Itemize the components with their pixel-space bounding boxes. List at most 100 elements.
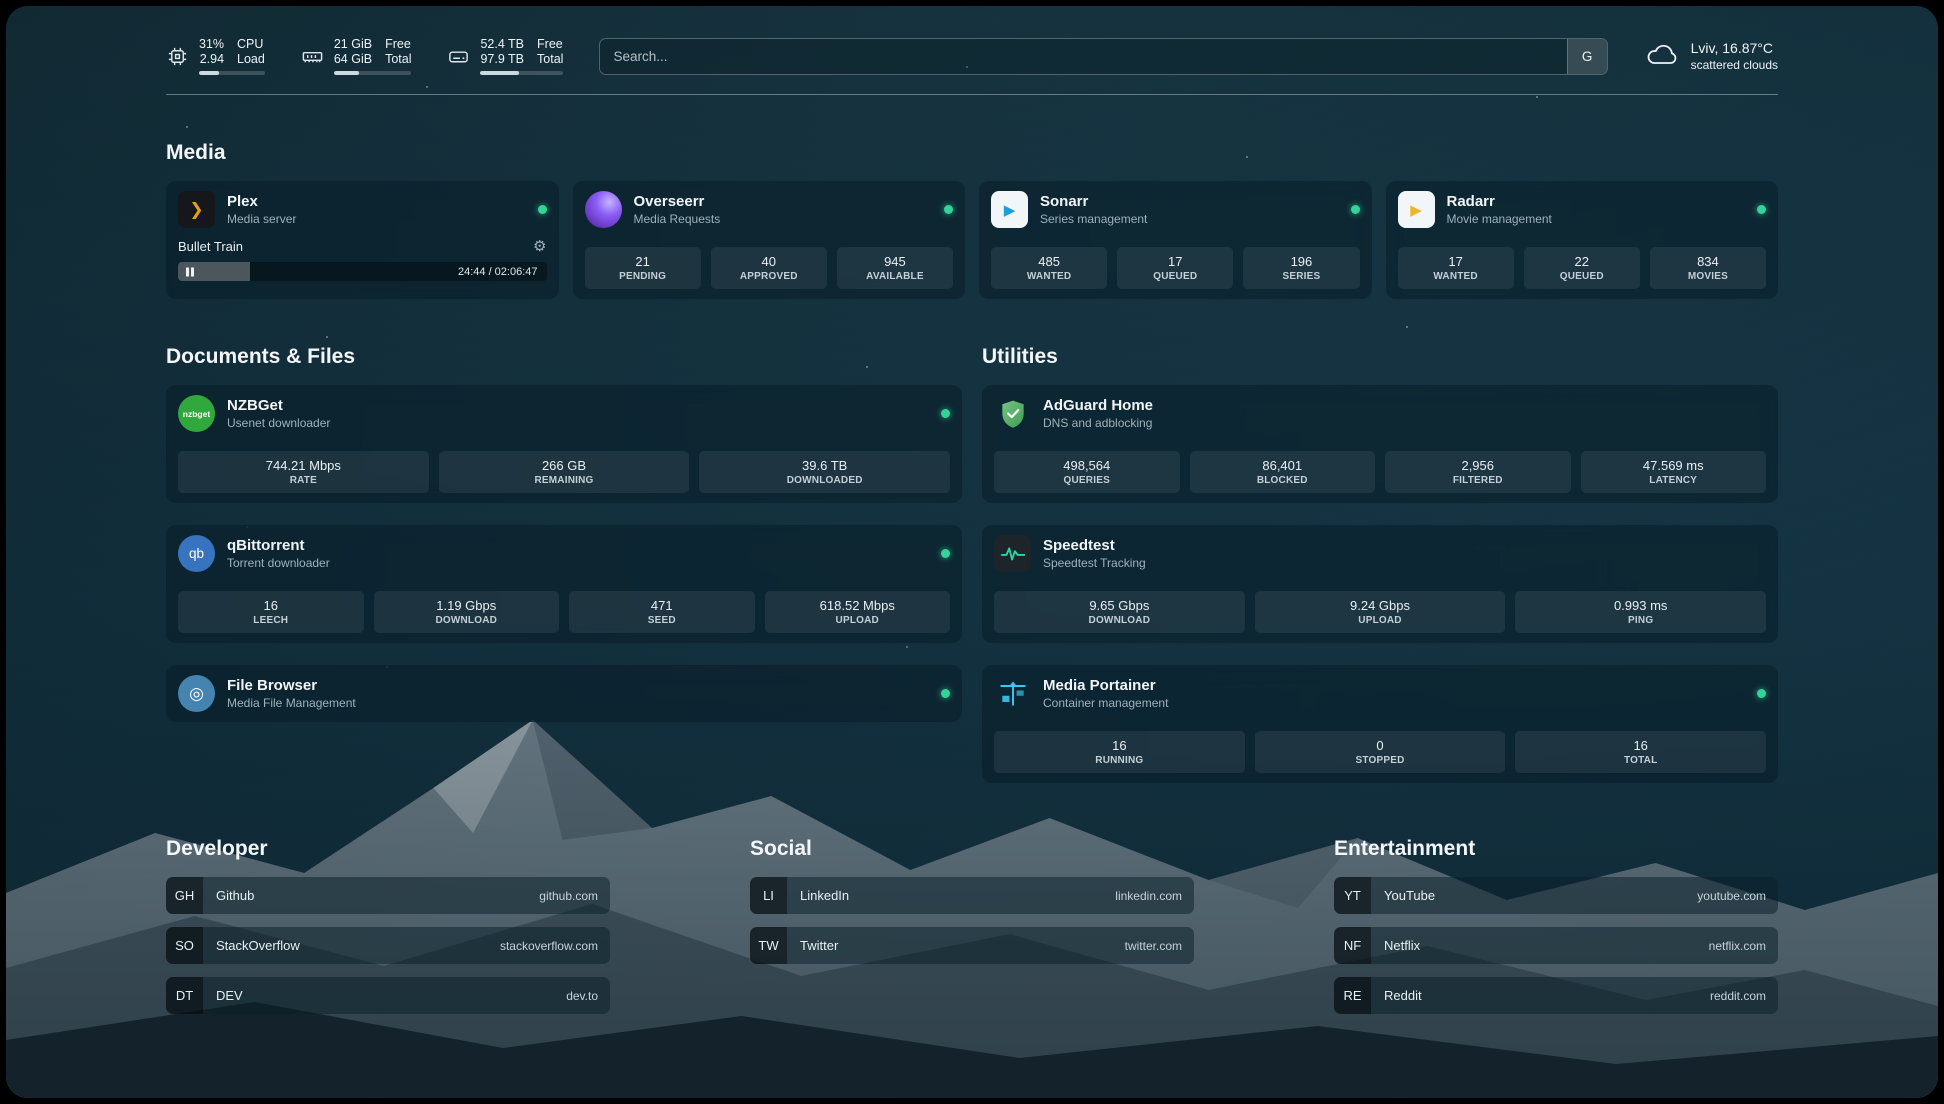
bookmark-dev[interactable]: DT DEV dev.to: [166, 977, 610, 1014]
section-title-entertainment: Entertainment: [1334, 837, 1778, 861]
bookmark-group-entertainment: Entertainment YT YouTube youtube.com NF …: [1334, 837, 1778, 1027]
service-card-nzbget[interactable]: nzbget NZBGet Usenet downloader 744.21 M…: [166, 385, 962, 503]
bookmark-stackoverflow[interactable]: SO StackOverflow stackoverflow.com: [166, 927, 610, 964]
speedtest-icon: [994, 535, 1031, 572]
stat-queued: 17 QUEUED: [1117, 247, 1233, 289]
memory-free-value: 21 GiB: [334, 37, 372, 52]
stat-upload: 618.52 Mbps UPLOAD: [765, 591, 951, 633]
stat-remaining: 266 GB REMAINING: [439, 451, 690, 493]
weather-location-temp: Lviv, 16.87°C: [1691, 39, 1778, 57]
service-name: Speedtest: [1043, 536, 1146, 555]
disk-free-value: 52.4 TB: [480, 37, 524, 52]
weather-widget: Lviv, 16.87°C scattered clouds: [1644, 39, 1778, 74]
memory-progress-track: [334, 71, 412, 75]
stat-pending: 21 PENDING: [585, 247, 701, 289]
bookmark-youtube[interactable]: YT YouTube youtube.com: [1334, 877, 1778, 914]
service-desc: Container management: [1043, 695, 1168, 711]
section-title-developer: Developer: [166, 837, 610, 861]
youtube-icon: YT: [1334, 877, 1371, 914]
section-title-social: Social: [750, 837, 1194, 861]
sonarr-icon: ▶: [991, 191, 1028, 228]
playback-time: 24:44 / 02:06:47: [458, 266, 538, 278]
stat-queries: 498,564 QUERIES: [994, 451, 1180, 493]
pause-icon[interactable]: [186, 267, 194, 276]
service-card-radarr[interactable]: ▶ Radarr Movie management 17 WANTED 22 Q…: [1386, 181, 1779, 299]
stat-wanted: 485 WANTED: [991, 247, 1107, 289]
stat-queued: 22 QUEUED: [1524, 247, 1640, 289]
stat-filtered: 2,956 FILTERED: [1385, 451, 1571, 493]
bookmark-group-developer: Developer GH Github github.com SO StackO…: [166, 837, 610, 1027]
service-desc: Series management: [1040, 211, 1147, 227]
stat-movies: 834 MOVIES: [1650, 247, 1766, 289]
search-input[interactable]: [600, 39, 1566, 74]
linkedin-icon: LI: [750, 877, 787, 914]
service-card-adguard[interactable]: AdGuard Home DNS and adblocking 498,564 …: [982, 385, 1778, 503]
disk-free-label: Free: [537, 37, 563, 52]
bookmark-twitter[interactable]: TW Twitter twitter.com: [750, 927, 1194, 964]
stat-latency: 47.569 ms LATENCY: [1581, 451, 1767, 493]
search-provider-button[interactable]: G: [1567, 39, 1607, 74]
status-dot: [538, 205, 547, 214]
service-desc: Movie management: [1447, 211, 1552, 227]
memory-icon: [301, 45, 324, 68]
status-dot: [1351, 205, 1360, 214]
memory-total-label: Total: [385, 52, 411, 67]
cpu-usage-value: 31%: [199, 37, 224, 52]
stat-ping: 0.993 ms PING: [1515, 591, 1766, 633]
bookmark-linkedin[interactable]: LI LinkedIn linkedin.com: [750, 877, 1194, 914]
qbittorrent-icon: qb: [178, 535, 215, 572]
search-bar: G: [599, 38, 1607, 75]
service-name: Media Portainer: [1043, 676, 1168, 695]
section-title-media: Media: [166, 141, 1778, 165]
stat-rate: 744.21 Mbps RATE: [178, 451, 429, 493]
stat-running: 16 RUNNING: [994, 731, 1245, 773]
github-icon: GH: [166, 877, 203, 914]
stat-downloaded: 39.6 TB DOWNLOADED: [699, 451, 950, 493]
playback-progress-bar[interactable]: 24:44 / 02:06:47: [178, 262, 547, 281]
service-desc: Usenet downloader: [227, 415, 330, 431]
bookmark-reddit[interactable]: RE Reddit reddit.com: [1334, 977, 1778, 1014]
dev-icon: DT: [166, 977, 203, 1014]
status-dot: [944, 205, 953, 214]
portainer-icon: [994, 675, 1031, 712]
service-card-sonarr[interactable]: ▶ Sonarr Series management 485 WANTED 17…: [979, 181, 1372, 299]
cpu-icon: [166, 45, 189, 68]
service-name: Radarr: [1447, 192, 1552, 211]
window-frame: 31% 2.94 CPU Load: [0, 0, 1944, 1104]
service-card-qbittorrent[interactable]: qb qBittorrent Torrent downloader 16 LEE…: [166, 525, 962, 643]
cloud-icon: [1644, 39, 1680, 74]
radarr-icon: ▶: [1398, 191, 1435, 228]
plex-icon: ❯: [178, 191, 215, 228]
service-name: NZBGet: [227, 396, 330, 415]
stat-blocked: 86,401 BLOCKED: [1190, 451, 1376, 493]
disk-total-label: Total: [537, 52, 563, 67]
filebrowser-icon: ◎: [178, 675, 215, 712]
service-name: qBittorrent: [227, 536, 330, 555]
service-desc: Media Requests: [634, 211, 721, 227]
cpu-progress-fill: [199, 71, 219, 75]
adguard-icon: [994, 395, 1031, 432]
stat-seed: 471 SEED: [569, 591, 755, 633]
service-name: AdGuard Home: [1043, 396, 1153, 415]
cpu-widget: 31% 2.94 CPU Load: [166, 37, 265, 75]
bookmark-netflix[interactable]: NF Netflix netflix.com: [1334, 927, 1778, 964]
service-card-plex[interactable]: ❯ Plex Media server Bullet Train ⚙ 24:44…: [166, 181, 559, 299]
stackoverflow-icon: SO: [166, 927, 203, 964]
top-bar: 31% 2.94 CPU Load: [166, 6, 1778, 76]
overseerr-icon: [585, 191, 622, 228]
service-desc: Media File Management: [227, 695, 356, 711]
service-card-speedtest[interactable]: Speedtest Speedtest Tracking 9.65 Gbps D…: [982, 525, 1778, 643]
disk-widget: 52.4 TB 97.9 TB Free Total: [447, 37, 563, 75]
netflix-icon: NF: [1334, 927, 1371, 964]
section-title-documents: Documents & Files: [166, 345, 962, 369]
service-card-overseerr[interactable]: Overseerr Media Requests 21 PENDING 40 A…: [573, 181, 966, 299]
service-card-portainer[interactable]: Media Portainer Container management 16 …: [982, 665, 1778, 783]
service-desc: Torrent downloader: [227, 555, 330, 571]
gear-icon[interactable]: ⚙: [533, 237, 546, 255]
service-name: Sonarr: [1040, 192, 1147, 211]
service-card-filebrowser[interactable]: ◎ File Browser Media File Management: [166, 665, 962, 722]
disk-total-value: 97.9 TB: [480, 52, 524, 67]
now-playing-row: Bullet Train ⚙: [178, 237, 547, 255]
status-dot: [941, 549, 950, 558]
bookmark-github[interactable]: GH Github github.com: [166, 877, 610, 914]
